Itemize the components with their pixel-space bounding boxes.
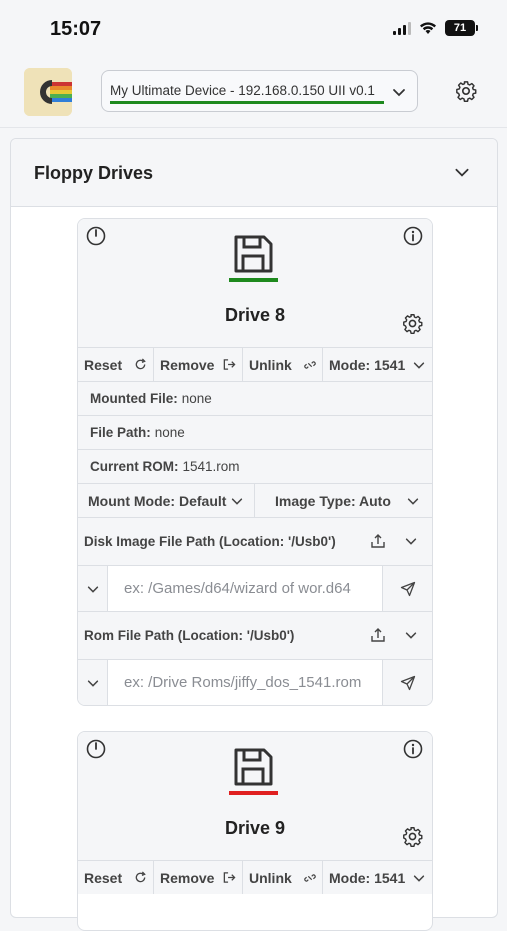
rom-path-history-toggle[interactable] bbox=[78, 660, 108, 705]
file-path-label: File Path: bbox=[90, 425, 151, 440]
remove-button[interactable]: Remove bbox=[154, 348, 243, 381]
remove-label: Remove bbox=[160, 356, 215, 373]
chevron-down-icon bbox=[393, 89, 405, 97]
drive-settings-gear-icon[interactable] bbox=[402, 313, 423, 334]
mode-select[interactable]: Mode: 1541 bbox=[323, 348, 432, 381]
drive-settings-gear-icon[interactable] bbox=[402, 826, 423, 847]
drive-card: Drive 8 Reset Remove Unlink Mode: 1541 M… bbox=[77, 218, 433, 706]
chevron-down-icon bbox=[231, 497, 243, 505]
chevron-down-icon[interactable] bbox=[404, 628, 418, 642]
power-icon[interactable] bbox=[86, 739, 106, 759]
drive-action-bar: Reset Remove Unlink Mode: 1541 bbox=[78, 347, 432, 381]
wifi-icon bbox=[420, 22, 436, 34]
unlink-button[interactable]: Unlink bbox=[243, 861, 323, 894]
unlink-label: Unlink bbox=[249, 356, 292, 373]
rom-path-input[interactable] bbox=[108, 660, 382, 705]
info-icon[interactable] bbox=[403, 226, 423, 246]
image-type-select[interactable]: Image Type: Auto bbox=[255, 484, 432, 517]
mount-options-bar: Mount Mode: Default Image Type: Auto bbox=[78, 483, 432, 517]
status-icons: 71 bbox=[393, 20, 478, 36]
unlink-icon bbox=[304, 360, 316, 369]
remove-button[interactable]: Remove bbox=[154, 861, 243, 894]
settings-gear-icon[interactable] bbox=[455, 80, 477, 102]
chevron-down-icon bbox=[413, 361, 425, 369]
device-select-label: My Ultimate Device - 192.168.0.150 UII v… bbox=[110, 83, 375, 98]
current-rom-label: Current ROM: bbox=[90, 459, 179, 474]
connection-indicator bbox=[110, 101, 384, 104]
chevron-down-icon bbox=[407, 497, 419, 505]
current-rom-value: 1541.rom bbox=[182, 459, 240, 474]
reset-icon bbox=[135, 358, 146, 370]
info-icon[interactable] bbox=[403, 739, 423, 759]
status-time: 15:07 bbox=[50, 18, 102, 40]
signal-icon bbox=[393, 21, 411, 35]
reset-button[interactable]: Reset bbox=[78, 861, 154, 894]
battery-icon: 71 bbox=[445, 20, 478, 36]
reset-label: Reset bbox=[84, 869, 123, 886]
chevron-down-icon bbox=[413, 874, 425, 882]
chevron-down-icon bbox=[87, 585, 98, 593]
disk-path-send-button[interactable] bbox=[382, 566, 432, 611]
floppy-disk-icon bbox=[234, 748, 273, 786]
disk-path-input-row bbox=[78, 565, 432, 611]
drive-status-indicator bbox=[229, 791, 278, 795]
rom-path-label: Rom File Path (Location: '/Usb0') bbox=[84, 628, 295, 643]
drive-name: Drive 9 bbox=[224, 818, 286, 838]
rom-path-header: Rom File Path (Location: '/Usb0') bbox=[78, 611, 432, 659]
disk-path-input[interactable] bbox=[108, 566, 382, 611]
mode-select[interactable]: Mode: 1541 bbox=[323, 861, 432, 894]
image-type-label: Image Type: Auto bbox=[275, 492, 391, 509]
disk-path-label: Disk Image File Path (Location: '/Usb0') bbox=[84, 534, 336, 549]
mode-label: Mode: 1541 bbox=[329, 356, 406, 373]
drive-card-header: Drive 9 bbox=[78, 732, 432, 860]
panel-title: Floppy Drives bbox=[34, 163, 154, 183]
app-header: My Ultimate Device - 192.168.0.150 UII v… bbox=[0, 56, 507, 128]
send-icon bbox=[400, 581, 415, 596]
floppy-disk-icon bbox=[234, 235, 273, 273]
mount-mode-select[interactable]: Mount Mode: Default bbox=[78, 484, 255, 517]
unlink-label: Unlink bbox=[249, 869, 292, 886]
mounted-file-row: Mounted File: none bbox=[78, 381, 432, 415]
mounted-file-value: none bbox=[181, 391, 212, 406]
upload-icon[interactable] bbox=[370, 533, 386, 549]
drive-action-bar: Reset Remove Unlink Mode: 1541 bbox=[78, 860, 432, 894]
drive-status-indicator bbox=[229, 278, 278, 282]
disk-path-header: Disk Image File Path (Location: '/Usb0') bbox=[78, 517, 432, 565]
floppy-drives-panel: Floppy Drives Drive 8 Reset Remove Unlin… bbox=[10, 138, 498, 931]
device-select[interactable]: My Ultimate Device - 192.168.0.150 UII v… bbox=[101, 70, 418, 112]
chevron-down-icon bbox=[87, 679, 98, 687]
drive-card: Drive 9 Reset Remove Unlink Mode: 1541 bbox=[77, 731, 433, 931]
drive-name: Drive 8 bbox=[224, 305, 286, 325]
power-icon[interactable] bbox=[86, 226, 106, 246]
eject-icon bbox=[223, 359, 236, 370]
mounted-file-label: Mounted File: bbox=[90, 391, 178, 406]
file-path-value: none bbox=[154, 425, 185, 440]
upload-icon[interactable] bbox=[370, 627, 386, 643]
unlink-icon bbox=[304, 873, 316, 882]
reset-label: Reset bbox=[84, 356, 123, 373]
mount-mode-label: Mount Mode: Default bbox=[88, 492, 227, 509]
reset-button[interactable]: Reset bbox=[78, 348, 154, 381]
disk-path-history-toggle[interactable] bbox=[78, 566, 108, 611]
rom-path-send-button[interactable] bbox=[382, 660, 432, 705]
rom-path-input-row bbox=[78, 659, 432, 705]
chevron-down-icon[interactable] bbox=[404, 534, 418, 548]
unlink-button[interactable]: Unlink bbox=[243, 348, 323, 381]
remove-label: Remove bbox=[160, 869, 215, 886]
status-bar: 15:07 71 bbox=[0, 0, 507, 56]
file-path-row: File Path: none bbox=[78, 415, 432, 449]
chevron-down-icon[interactable] bbox=[453, 163, 471, 181]
current-rom-row: Current ROM: 1541.rom bbox=[78, 449, 432, 483]
mode-label: Mode: 1541 bbox=[329, 869, 406, 886]
app-logo bbox=[24, 68, 72, 116]
reset-icon bbox=[135, 871, 146, 883]
drive-card-header: Drive 8 bbox=[78, 219, 432, 347]
panel-header[interactable]: Floppy Drives bbox=[11, 139, 497, 207]
send-icon bbox=[400, 675, 415, 690]
eject-icon bbox=[223, 872, 236, 883]
